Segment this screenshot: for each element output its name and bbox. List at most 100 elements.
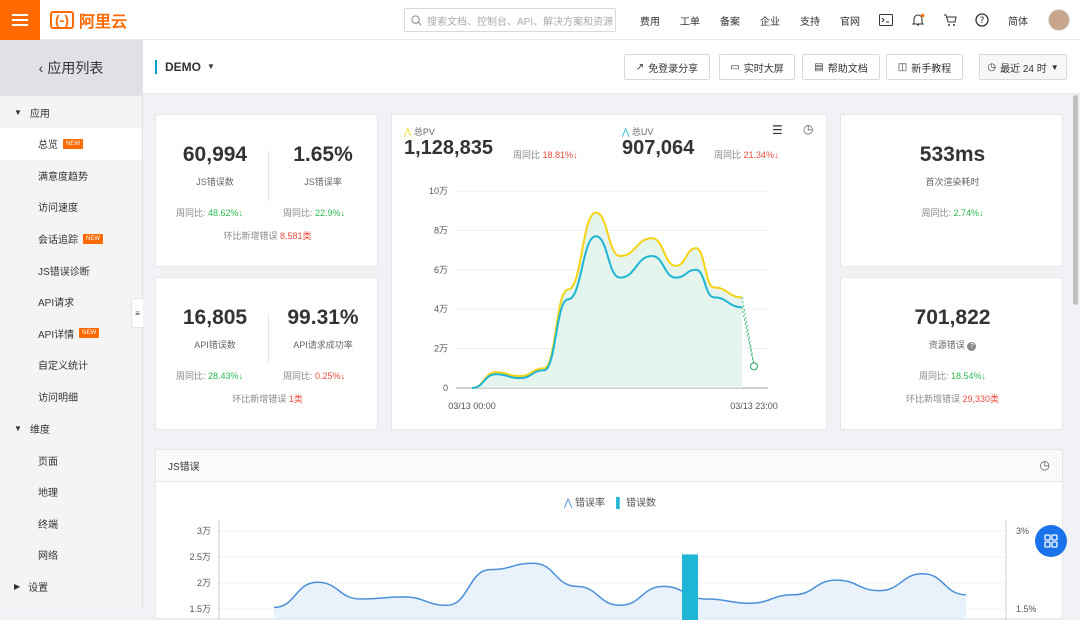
nav-enterprise[interactable]: 企业 xyxy=(760,13,780,28)
nav-website[interactable]: 官网 xyxy=(840,13,860,28)
wow-label: 周同比: xyxy=(921,208,951,218)
sidebar-item-js-errors[interactable]: JS错误诊断 xyxy=(0,254,142,286)
sidebar-collapse-handle[interactable]: ≡ xyxy=(131,298,143,328)
y-tick-label: 2万 xyxy=(197,578,211,588)
menu-toggle-button[interactable] xyxy=(0,0,40,40)
legend-rate[interactable]: ⋀ 错误率 xyxy=(564,498,605,509)
search-input[interactable]: 搜索文档、控制台、API、解决方案和资源 xyxy=(404,8,616,32)
bar-icon: ▌ xyxy=(616,498,624,509)
avatar[interactable] xyxy=(1048,9,1070,31)
new-value[interactable]: 29,330类 xyxy=(963,394,1000,404)
share-button[interactable]: ↗ 免登录分享 xyxy=(624,54,710,80)
page-scrollbar[interactable] xyxy=(1073,95,1078,305)
js-error-chart: 1.5万 2万 2.5万 3万 1.5% 3% xyxy=(189,520,1037,620)
wow-label: 周同比 xyxy=(513,150,541,160)
sidebar-item-satisfaction[interactable]: 满意度趋势 xyxy=(0,160,142,192)
back-to-app-list-button[interactable]: ‹ 应用列表 xyxy=(0,40,142,96)
uv-label: 总UV xyxy=(631,127,654,137)
button-label: 新手教程 xyxy=(911,63,952,75)
terminal-icon[interactable] xyxy=(874,0,898,40)
nav-fees[interactable]: 费用 xyxy=(640,13,660,28)
button-label: 免登录分享 xyxy=(648,63,699,75)
caret-down-icon: ▼ xyxy=(207,62,215,71)
line-icon: ⋀ xyxy=(564,498,573,509)
arrow-down-icon: ↓ xyxy=(340,371,346,381)
new-badge: NEW xyxy=(79,328,100,339)
range-label: 最近 24 时 xyxy=(1000,63,1047,75)
forecast-segment xyxy=(741,307,755,367)
sidebar-item-speed[interactable]: 访问速度 xyxy=(0,191,142,223)
nav-support[interactable]: 支持 xyxy=(800,13,820,28)
brand-name: 阿里云 xyxy=(79,13,128,31)
new-value[interactable]: 8,581类 xyxy=(280,231,312,241)
apps-grid-button[interactable] xyxy=(1035,525,1067,557)
sidebar-item-api-details[interactable]: API详情 NEW xyxy=(0,318,142,350)
nav-filing[interactable]: 备案 xyxy=(720,13,740,28)
clock-icon[interactable]: ◷ xyxy=(803,122,813,136)
sidebar-item-api-requests[interactable]: API请求 xyxy=(0,286,142,318)
y-tick-label: 2.5万 xyxy=(189,552,211,562)
item-label: JS错误诊断 xyxy=(38,266,90,278)
sidebar-item-custom-stats[interactable]: 自定义统计 xyxy=(0,349,142,381)
grid-icon xyxy=(1044,534,1058,548)
caret-right-icon: ▶ xyxy=(14,582,21,592)
item-label: 访问明细 xyxy=(38,393,78,405)
item-label: API请求 xyxy=(38,298,75,310)
new-label: 环比新增错误 xyxy=(223,231,278,241)
y-tick-label: 8万 xyxy=(434,225,448,235)
sidebar-item-session[interactable]: 会话追踪 NEW xyxy=(0,223,142,255)
help-docs-button[interactable]: ▤ 帮助文档 xyxy=(802,54,880,80)
render-time-value: 533ms xyxy=(919,143,986,166)
wow-value: 2.74% xyxy=(953,208,980,218)
chevron-left-icon: ‹ xyxy=(38,60,44,76)
sidebar-item-terminal[interactable]: 终端 xyxy=(0,508,142,540)
app-selector[interactable]: DEMO ▼ xyxy=(155,59,215,74)
help-icon[interactable]: ? xyxy=(970,0,994,40)
panel-title: JS错误 xyxy=(168,462,200,473)
wow-value: 48.62% xyxy=(208,208,239,218)
y-tick-label: 0 xyxy=(443,383,448,393)
sidebar-group-app[interactable]: ▼ 应用 xyxy=(0,96,142,128)
item-label: 地理 xyxy=(38,488,58,500)
resource-error-label: 资源错误 xyxy=(928,340,965,350)
nav-tickets[interactable]: 工单 xyxy=(680,13,700,28)
sidebar-item-network[interactable]: 网络 xyxy=(0,539,142,571)
y-tick-label: 2万 xyxy=(434,344,448,354)
big-screen-button[interactable]: ▭ 实时大屏 xyxy=(719,54,795,80)
list-icon[interactable]: ☰ xyxy=(772,123,783,137)
pv-value: 1,128,835 xyxy=(404,137,493,159)
new-label: 环比新增错误 xyxy=(232,394,287,404)
caret-down-icon: ▼ xyxy=(14,107,22,117)
api-success-rate-label: API请求成功率 xyxy=(293,340,353,350)
tutorial-button[interactable]: ◫ 新手教程 xyxy=(886,54,963,80)
js-error-legend: ⋀ 错误率 ▌ 错误数 xyxy=(156,494,1064,509)
sidebar-group-settings[interactable]: ▶ 设置 xyxy=(0,571,142,603)
cart-icon[interactable] xyxy=(938,0,962,40)
book-icon: ◫ xyxy=(897,61,908,73)
sidebar-item-overview[interactable]: 总览 NEW xyxy=(0,128,142,160)
new-value[interactable]: 1类 xyxy=(289,394,303,404)
bell-icon[interactable] xyxy=(906,0,930,40)
legend-count[interactable]: ▌ 错误数 xyxy=(616,498,656,509)
line-icon: ⋀ xyxy=(622,127,630,137)
clock-icon[interactable]: ◷ xyxy=(1040,458,1050,472)
sidebar-item-visit-details[interactable]: 访问明细 xyxy=(0,381,142,413)
wow-label: 周同比 xyxy=(714,150,742,160)
arrow-down-icon: ↓ xyxy=(238,371,244,381)
top-nav: 费用 工单 备案 企业 支持 官网 ? 简体 xyxy=(630,0,1080,40)
sidebar-group-dimensions[interactable]: ▼ 维度 xyxy=(0,412,142,444)
language-switch[interactable]: 简体 xyxy=(1008,13,1028,28)
sidebar-item-geo[interactable]: 地理 xyxy=(0,476,142,508)
app-name: DEMO xyxy=(165,59,201,74)
wow-label: 周同比: xyxy=(176,371,206,381)
api-new-errors: 环比新增错误 1类 xyxy=(156,392,379,405)
question-icon[interactable]: ? xyxy=(967,342,977,351)
time-range-select[interactable]: ◷ 最近 24 时 ▼ xyxy=(979,54,1067,80)
line-icon: ⋀ xyxy=(404,127,412,137)
brand-logo[interactable]: (-) 阿里云 xyxy=(50,8,127,32)
legend-rate-label: 错误率 xyxy=(574,498,605,509)
y-right-tick-label: 1.5% xyxy=(1016,604,1037,614)
item-label: 自定义统计 xyxy=(38,361,88,373)
wow-value: 22.9% xyxy=(315,208,341,218)
sidebar-item-pages[interactable]: 页面 xyxy=(0,444,142,476)
